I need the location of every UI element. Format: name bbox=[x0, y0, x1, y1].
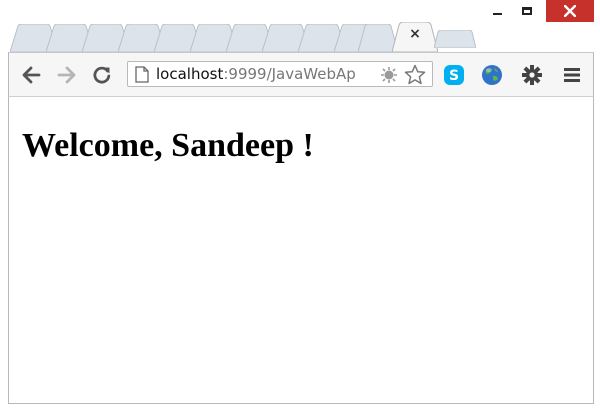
svg-text:S: S bbox=[449, 68, 459, 84]
tab-strip: × bbox=[0, 20, 600, 52]
reload-icon bbox=[93, 66, 111, 84]
skype-extension-button[interactable]: S bbox=[441, 61, 467, 89]
forward-arrow-icon bbox=[57, 66, 76, 84]
tab-close-button[interactable]: × bbox=[408, 26, 422, 42]
address-bar[interactable]: localhost:9999/JavaWebAp bbox=[127, 61, 433, 87]
bug-extension-icon[interactable] bbox=[380, 66, 398, 84]
url-text: localhost:9999/JavaWebAp bbox=[156, 65, 376, 83]
page-viewport: Welcome, Sandeep ! bbox=[8, 96, 594, 404]
browser-window: × localhost:9999/JavaWebAp S Welcome, Sa… bbox=[0, 0, 600, 413]
minimize-button[interactable] bbox=[484, 0, 510, 22]
maximize-button[interactable] bbox=[512, 0, 542, 22]
url-path: :9999/JavaWebAp bbox=[223, 65, 356, 83]
skype-icon: S bbox=[444, 65, 464, 85]
close-window-button[interactable] bbox=[546, 0, 594, 22]
globe-icon bbox=[482, 65, 502, 85]
globe-extension-button[interactable] bbox=[479, 61, 505, 89]
bookmark-star-icon[interactable] bbox=[404, 64, 426, 85]
welcome-heading: Welcome, Sandeep ! bbox=[22, 127, 314, 164]
page-icon bbox=[135, 66, 149, 83]
back-button[interactable] bbox=[17, 61, 45, 89]
url-host: localhost bbox=[156, 65, 224, 83]
wrench-gear-icon bbox=[522, 65, 542, 85]
hamburger-menu-icon bbox=[564, 68, 580, 82]
maximize-icon bbox=[522, 7, 532, 15]
back-arrow-icon bbox=[22, 66, 41, 84]
browser-toolbar: localhost:9999/JavaWebAp S bbox=[8, 52, 594, 97]
reload-button[interactable] bbox=[88, 61, 116, 89]
close-icon bbox=[564, 5, 576, 17]
minimize-icon bbox=[492, 13, 502, 15]
menu-button[interactable] bbox=[559, 61, 585, 89]
forward-button[interactable] bbox=[53, 61, 81, 89]
settings-button[interactable] bbox=[519, 61, 545, 89]
